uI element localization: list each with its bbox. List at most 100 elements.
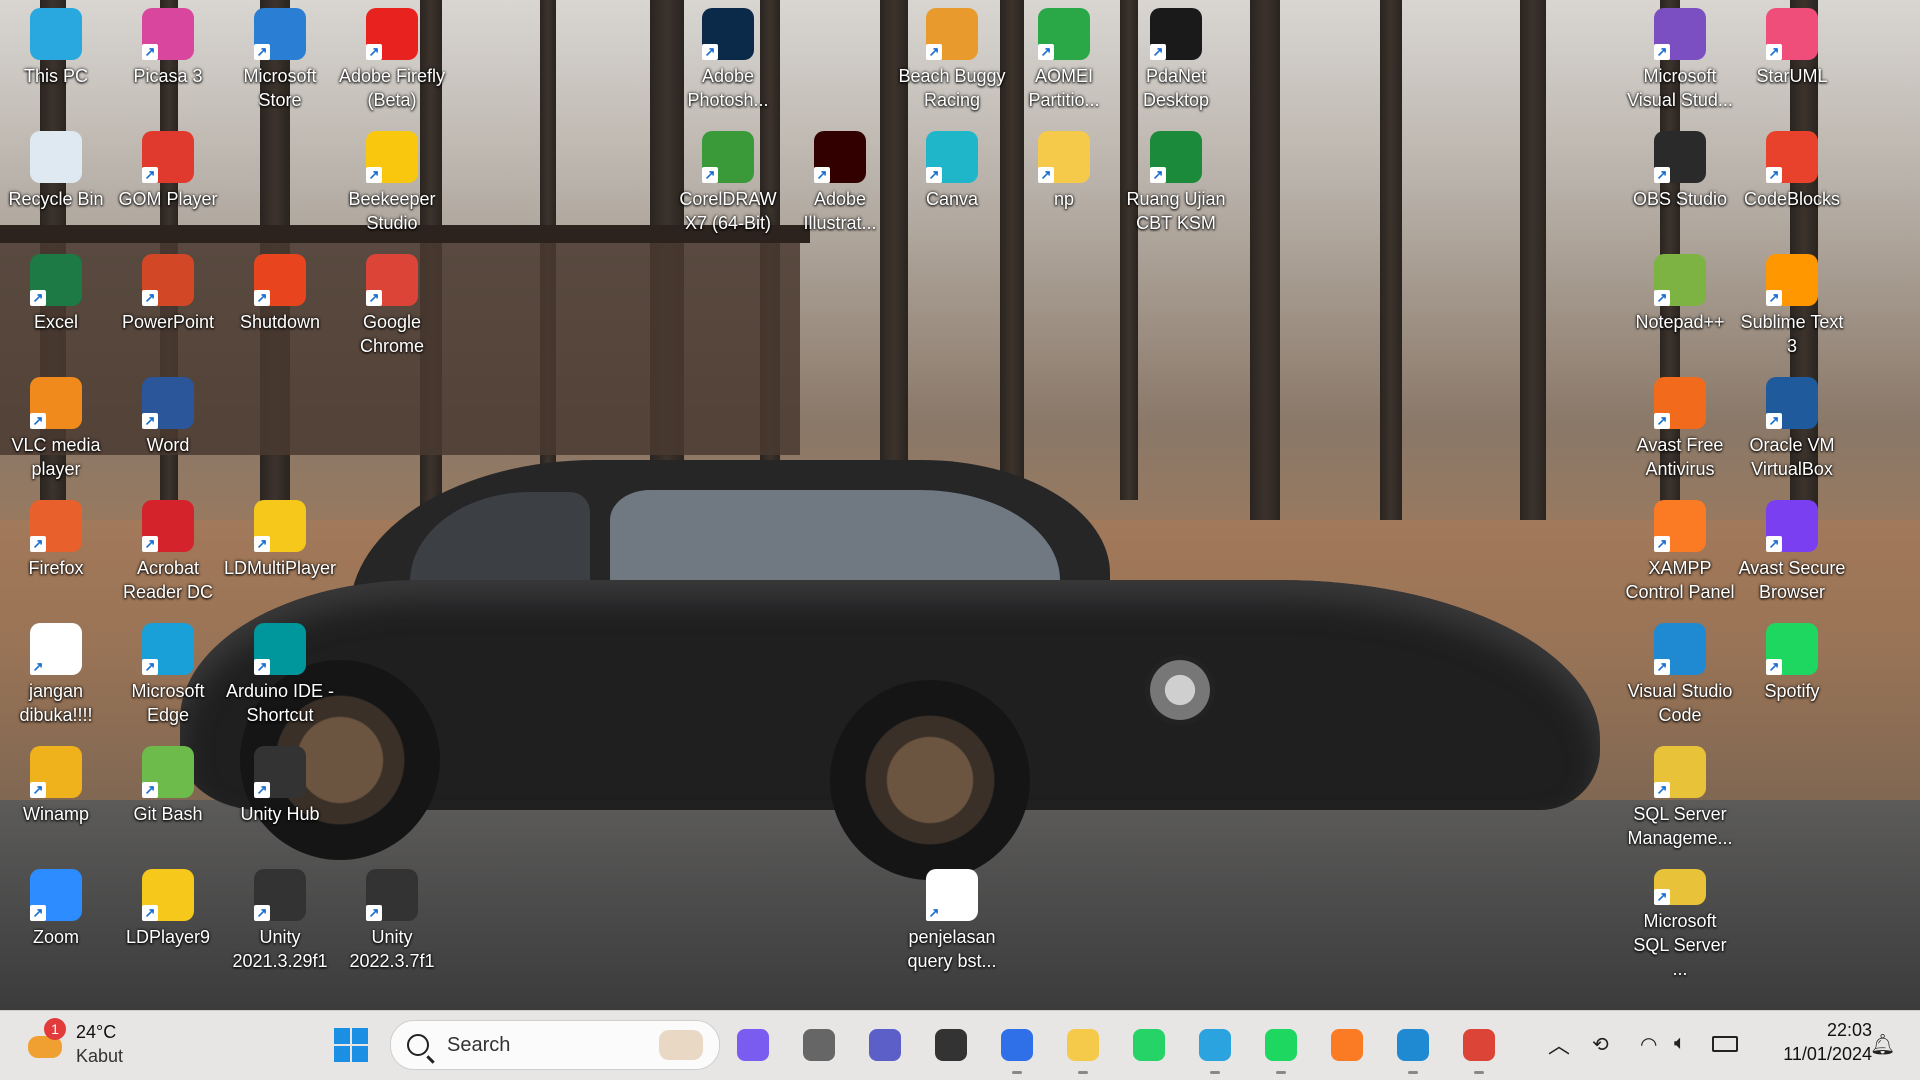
taskbar-app-button[interactable] (1126, 1022, 1172, 1068)
weather-temp: 24°C (76, 1022, 117, 1042)
shortcut-arrow-icon: ↗ (926, 167, 942, 183)
battery-icon[interactable] (1712, 1036, 1738, 1052)
desktop-shortcut[interactable]: ↗ Firefox (6, 494, 106, 612)
desktop-shortcut-label: Microsoft Store (243, 66, 317, 110)
desktop-shortcut[interactable]: ↗ Unity 2022.3.7f1 (342, 863, 442, 981)
desktop-shortcut[interactable]: ↗ Ruang Ujian CBT KSM (1126, 125, 1226, 243)
taskbar-app-button[interactable] (796, 1022, 842, 1068)
desktop-shortcut[interactable]: ↗ LDPlayer9 (118, 863, 218, 981)
desktop-shortcut-label: Beach Buggy Racing (898, 66, 1006, 110)
shortcut-arrow-icon: ↗ (254, 782, 270, 798)
canva-icon: ↗ (926, 131, 978, 183)
desktop-shortcut[interactable]: ↗ jangan dibuka!!!! (6, 617, 106, 735)
desktop-shortcut[interactable]: ↗ Avast Free Antivirus (1630, 371, 1730, 489)
vlc-icon: ↗ (30, 377, 82, 429)
desktop-shortcut[interactable]: ↗ penjelasan query bst... (902, 863, 1002, 981)
desktop-shortcut[interactable]: ↗ Sublime Text 3 (1741, 248, 1843, 366)
desktop-shortcut[interactable]: ↗ OBS Studio (1630, 125, 1730, 243)
wallpaper-car (180, 460, 1610, 880)
desktop-shortcut[interactable]: ↗ Microsoft SQL Server ... (1630, 863, 1730, 981)
desktop-shortcut[interactable]: ↗ Microsoft Store (230, 2, 330, 120)
desktop-shortcut[interactable]: ↗ Unity 2021.3.29f1 (230, 863, 330, 981)
desktop-shortcut[interactable]: ↗ Adobe Firefly (Beta) (339, 2, 445, 120)
taskbar-app-button[interactable] (1258, 1022, 1304, 1074)
start-button[interactable] (328, 1022, 374, 1068)
desktop-shortcut[interactable]: ↗ Avast Secure Browser (1739, 494, 1845, 612)
desktop-shortcut[interactable]: ↗ AOMEI Partitio... (1014, 2, 1114, 120)
desktop-shortcut[interactable]: ↗ CodeBlocks (1742, 125, 1842, 243)
unity-icon: ↗ (254, 869, 306, 921)
shortcut-arrow-icon: ↗ (1654, 536, 1670, 552)
desktop-shortcut-label: Excel (33, 312, 78, 332)
desktop-shortcut[interactable]: ↗ Shutdown (230, 248, 330, 366)
desktop-shortcut[interactable]: ↗ XAMPP Control Panel (1625, 494, 1735, 612)
desktop-shortcut-label: Microsoft Edge (131, 681, 205, 725)
desktop-shortcut[interactable]: ↗ Excel (6, 248, 106, 366)
taskbar-app-button[interactable] (862, 1022, 908, 1068)
shortcut-arrow-icon: ↗ (1038, 44, 1054, 60)
desktop-shortcut-label: Zoom (32, 927, 79, 947)
desktop-shortcut-label: Adobe Photosh... (687, 66, 769, 110)
wifi-icon[interactable]: ◠ (1640, 1032, 1657, 1057)
desktop-shortcut[interactable]: ↗ Oracle VM VirtualBox (1742, 371, 1842, 489)
desktop-shortcut[interactable]: ↗ Zoom (6, 863, 106, 981)
desktop-shortcut[interactable]: ↗ Adobe Photosh... (678, 2, 778, 120)
desktop-shortcut[interactable]: ↗ Arduino IDE - Shortcut (226, 617, 334, 735)
notification-badge: 1 (44, 1018, 66, 1040)
desktop-shortcut[interactable]: ↗ np (1014, 125, 1114, 243)
desktop-shortcut-label: Adobe Firefly (Beta) (338, 66, 446, 110)
taskbar-search-box[interactable]: Search (390, 1020, 720, 1070)
desktop-shortcut[interactable]: ↗ GOM Player (118, 125, 218, 243)
desktop-shortcut[interactable]: ↗ VLC media player (6, 371, 106, 489)
desktop-shortcut[interactable]: ↗ Adobe Illustrat... (790, 125, 890, 243)
desktop-shortcut-label: Spotify (1764, 681, 1820, 701)
taskbar-app-button[interactable] (928, 1022, 974, 1068)
desktop-shortcut[interactable]: ↗ Acrobat Reader DC (118, 494, 218, 612)
desktop-shortcut-label: CodeBlocks (1743, 189, 1841, 209)
desktop-shortcut[interactable]: ↗ Microsoft Visual Stud... (1627, 2, 1733, 120)
weather-widget[interactable]: 1 24°C Kabut (22, 1018, 162, 1074)
desktop-shortcut[interactable]: ↗ Git Bash (118, 740, 218, 858)
desktop-shortcut[interactable]: ↗ SQL Server Manageme... (1627, 740, 1733, 858)
taskbar-app-button[interactable] (1060, 1022, 1106, 1074)
taskbar-app-button[interactable] (1456, 1022, 1502, 1074)
desktop-shortcut[interactable]: ↗ Canva (902, 125, 1002, 243)
desktop-shortcut[interactable]: ↗ Microsoft Edge (118, 617, 218, 735)
desktop-shortcut[interactable]: ↗ LDMultiPlayer (224, 494, 336, 612)
desktop-shortcut[interactable]: ↗ Notepad++ (1630, 248, 1730, 366)
search-icon (407, 1034, 435, 1064)
desktop-shortcut[interactable]: ↗ Beach Buggy Racing (898, 2, 1006, 120)
script-file-icon: ↗ (30, 623, 82, 675)
desktop-shortcut[interactable]: ↗ Spotify (1742, 617, 1842, 735)
desktop-shortcut-label: XAMPP Control Panel (1625, 558, 1735, 602)
desktop-shortcut[interactable]: ↗ Visual Studio Code (1628, 617, 1732, 735)
shortcut-arrow-icon: ↗ (1766, 44, 1782, 60)
taskbar-app-button[interactable] (994, 1022, 1040, 1074)
clock[interactable]: 22:03 11/01/2024 (1752, 1018, 1872, 1066)
desktop-shortcut[interactable]: ↗ Picasa 3 (118, 2, 218, 120)
taskbar-app-button[interactable] (1192, 1022, 1238, 1074)
desktop-shortcut[interactable]: Recycle Bin (6, 125, 106, 243)
taskbar-app-button[interactable] (1390, 1022, 1436, 1074)
notification-bell-icon[interactable]: 🔔︎ (1870, 1032, 1895, 1057)
desktop-shortcut[interactable]: ↗ PowerPoint (118, 248, 218, 366)
desktop-shortcut[interactable]: ↗ Winamp (6, 740, 106, 858)
desktop-shortcut[interactable]: ↗ Google Chrome (342, 248, 442, 366)
volume-icon[interactable]: 🔈︎ (1674, 1032, 1686, 1055)
desktop-shortcut[interactable]: ↗ Unity Hub (230, 740, 330, 858)
desktop-shortcut[interactable]: ↗ PdaNet Desktop (1126, 2, 1226, 120)
taskbar-app-button[interactable] (1324, 1022, 1370, 1068)
ssms-icon: ↗ (1654, 746, 1706, 798)
desktop-shortcut[interactable]: ↗ Beekeeper Studio (342, 125, 442, 243)
shortcut-arrow-icon: ↗ (142, 413, 158, 429)
taskbar-app-button[interactable] (730, 1022, 776, 1068)
show-hidden-icons-chevron-icon[interactable]: ︿ (1548, 1028, 1570, 1060)
desktop-shortcut[interactable]: This PC (6, 2, 106, 120)
pdanet-icon: ↗ (1150, 8, 1202, 60)
desktop-shortcut[interactable]: ↗ StarUML (1742, 2, 1842, 120)
sync-icon[interactable]: ⟲ (1592, 1032, 1609, 1057)
xampp-icon (1331, 1029, 1363, 1061)
codeblocks-icon: ↗ (1766, 131, 1818, 183)
desktop-shortcut[interactable]: ↗ CorelDRAW X7 (64-Bit) (678, 125, 778, 243)
desktop-shortcut[interactable]: ↗ Word (118, 371, 218, 489)
